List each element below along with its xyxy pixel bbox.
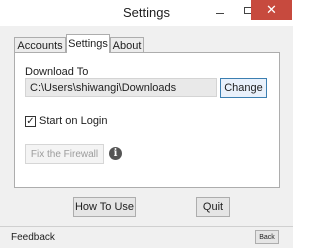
download-to-label: Download To bbox=[25, 66, 89, 78]
change-button[interactable]: Change bbox=[220, 78, 267, 98]
info-icon[interactable]: i bbox=[109, 147, 122, 160]
settings-window: Settings ✕ Accounts Settings About Downl… bbox=[0, 0, 293, 248]
close-icon: ✕ bbox=[266, 2, 277, 17]
close-button[interactable]: ✕ bbox=[251, 0, 292, 20]
download-path-field: C:\Users\shiwangi\Downloads bbox=[25, 78, 217, 97]
tab-about[interactable]: About bbox=[110, 37, 144, 53]
title-bar: Settings ✕ bbox=[0, 0, 293, 26]
how-to-use-button[interactable]: How To Use bbox=[73, 197, 136, 217]
fix-firewall-button[interactable]: Fix the Firewall bbox=[25, 144, 104, 164]
feedback-link[interactable]: Feedback bbox=[11, 232, 55, 243]
tab-settings[interactable]: Settings bbox=[66, 34, 110, 53]
start-on-login-label: Start on Login bbox=[39, 115, 108, 127]
minimize-button[interactable] bbox=[206, 0, 234, 20]
start-on-login-checkbox[interactable]: ✓ bbox=[25, 116, 36, 127]
quit-button[interactable]: Quit bbox=[196, 197, 230, 217]
status-bar: Feedback Back bbox=[0, 226, 293, 248]
tab-accounts[interactable]: Accounts bbox=[14, 37, 66, 53]
back-button[interactable]: Back bbox=[255, 230, 279, 244]
minimize-icon bbox=[216, 12, 224, 14]
